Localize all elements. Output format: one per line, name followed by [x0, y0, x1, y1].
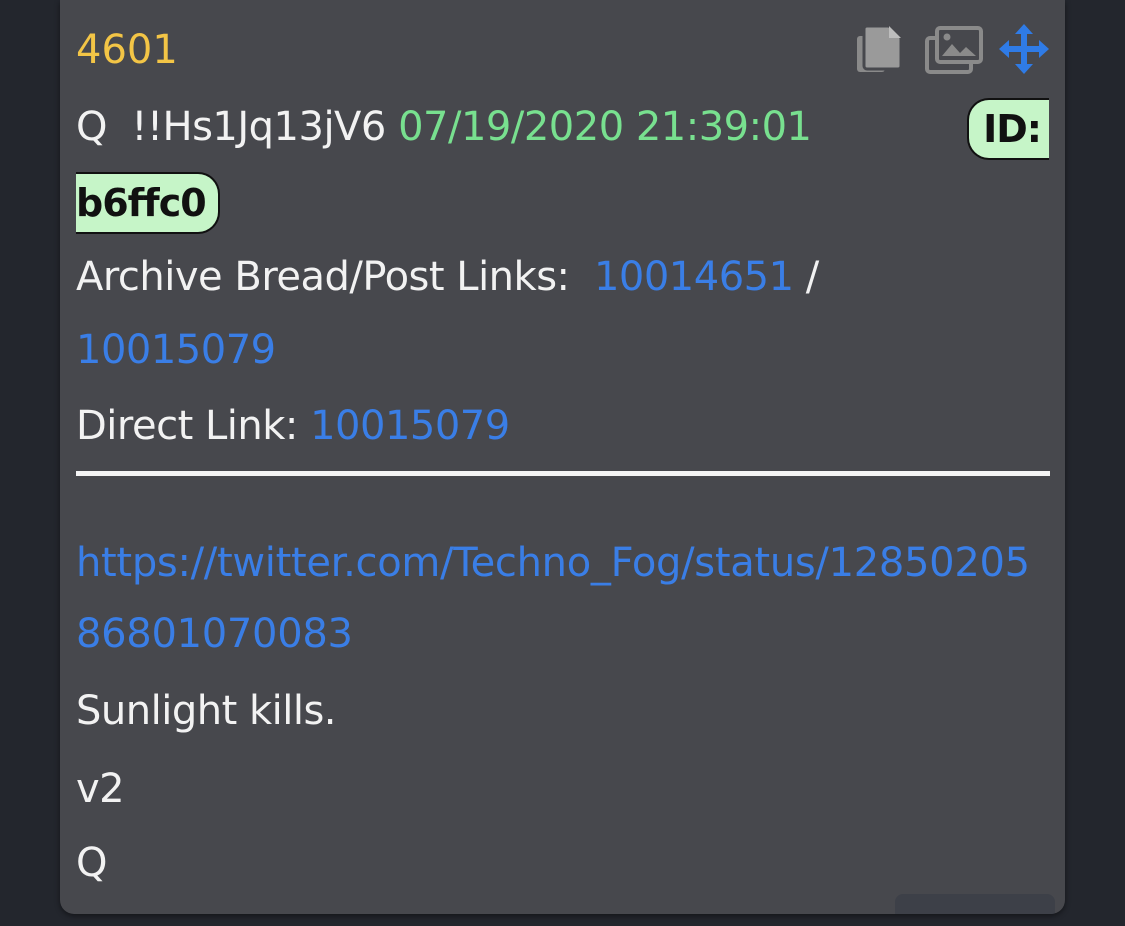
- direct-link-label: Direct Link:: [76, 403, 298, 449]
- post-card: 4601 Q !!Hs1Jq13jV6 07/19/2020 21:39:01 …: [60, 0, 1065, 914]
- tweet-link[interactable]: https://twitter.com/Techno_Fog/status/12…: [76, 528, 1050, 670]
- archive-links-row-2: 10015079: [76, 313, 276, 388]
- divider: [76, 471, 1050, 476]
- archive-separator: /: [805, 254, 819, 300]
- poster-id-label[interactable]: ID:: [967, 98, 1049, 160]
- copy-icon[interactable]: [853, 22, 907, 76]
- body-line-3: Q: [76, 840, 107, 886]
- post-number: 4601: [76, 27, 178, 73]
- post-toolbar: [853, 22, 1051, 76]
- archive-link-bread[interactable]: 10014651: [594, 254, 794, 300]
- tripcode: !!Hs1Jq13jV6: [131, 104, 386, 150]
- bottom-tab: [895, 894, 1055, 914]
- archive-label: Archive Bread/Post Links:: [76, 254, 570, 300]
- poster-id-value[interactable]: b6ffc0: [76, 172, 220, 234]
- archive-links-row: Archive Bread/Post Links: 10014651 /: [76, 240, 819, 315]
- direct-link[interactable]: 10015079: [310, 403, 510, 449]
- author-name: Q: [76, 104, 107, 150]
- body-line-2: v2: [76, 766, 125, 812]
- archive-link-post[interactable]: 10015079: [76, 327, 276, 373]
- direct-link-row: Direct Link: 10015079: [76, 389, 510, 464]
- move-icon[interactable]: [997, 22, 1051, 76]
- post-header: Q !!Hs1Jq13jV6 07/19/2020 21:39:01: [76, 92, 812, 162]
- images-icon[interactable]: [925, 22, 983, 76]
- body-line-1: Sunlight kills.: [76, 688, 337, 734]
- post-date: 07/19/2020 21:39:01: [398, 104, 812, 150]
